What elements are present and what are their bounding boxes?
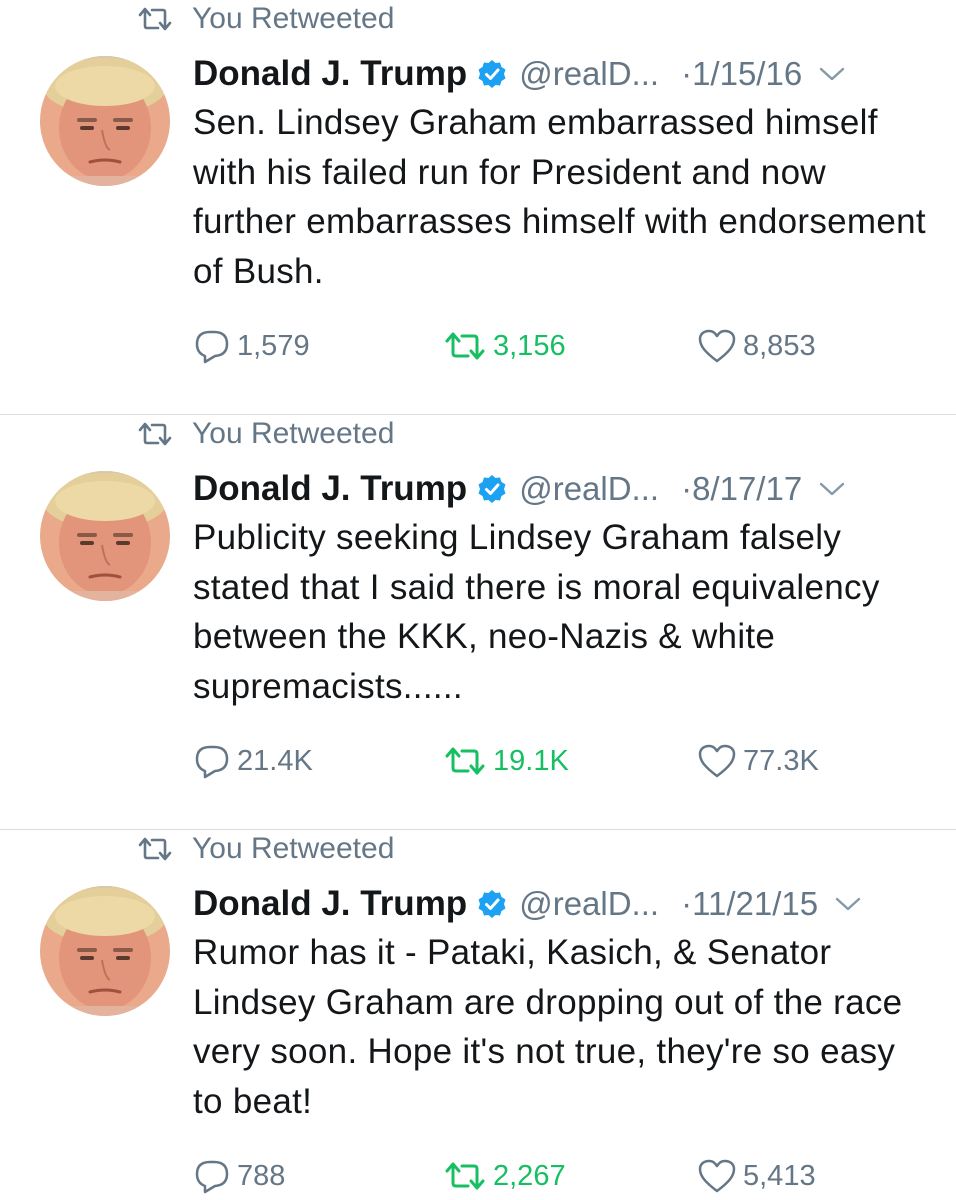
like-button[interactable]: 5,413 xyxy=(697,1156,816,1196)
reply-icon xyxy=(195,330,229,364)
heart-icon xyxy=(698,329,736,363)
verified-badge-icon xyxy=(478,60,506,88)
tweet-header: Donald J. Trump @realD... ·11/21/15 xyxy=(193,882,933,926)
retweet-button[interactable]: 3,156 xyxy=(443,326,566,366)
retweet-icon xyxy=(445,1162,485,1190)
tweet-text: Publicity seeking Lindsey Graham falsely… xyxy=(193,518,880,706)
author-name[interactable]: Donald J. Trump xyxy=(193,884,467,924)
avatar-portrait-icon xyxy=(40,886,170,1016)
tweet[interactable]: You Retweeted Donald J. Trump @realD... … xyxy=(0,0,956,415)
tweet-actions: 788 2,267 5,413 xyxy=(193,1156,933,1196)
heart-icon xyxy=(698,744,736,778)
retweet-button[interactable]: 19.1K xyxy=(443,741,569,781)
like-button[interactable]: 8,853 xyxy=(697,326,816,366)
author-handle[interactable]: @realD... xyxy=(519,55,659,93)
reply-button[interactable]: 1,579 xyxy=(193,326,310,366)
chevron-down-icon[interactable] xyxy=(818,65,846,83)
like-count: 5,413 xyxy=(743,1159,816,1192)
tweet-header: Donald J. Trump @realD... ·8/17/17 xyxy=(193,467,933,511)
verified-badge-icon xyxy=(478,475,506,503)
retweeted-label: You Retweeted xyxy=(192,417,395,450)
avatar-portrait-icon xyxy=(40,56,170,186)
retweeted-label: You Retweeted xyxy=(192,2,395,35)
tweet-date[interactable]: ·1/15/16 xyxy=(681,55,802,93)
reply-count: 21.4K xyxy=(237,744,313,777)
retweet-icon xyxy=(445,332,485,360)
retweeted-indicator: You Retweeted xyxy=(136,830,394,868)
avatar[interactable] xyxy=(40,886,170,1016)
retweeted-label: You Retweeted xyxy=(192,832,395,865)
author-name[interactable]: Donald J. Trump xyxy=(193,54,467,94)
author-handle[interactable]: @realD... xyxy=(519,885,659,923)
retweet-icon xyxy=(138,7,172,31)
author-name[interactable]: Donald J. Trump xyxy=(193,469,467,509)
avatar[interactable] xyxy=(40,471,170,601)
retweeted-indicator: You Retweeted xyxy=(136,0,394,38)
like-count: 8,853 xyxy=(743,329,816,362)
tweet-actions: 21.4K 19.1K 77.3K xyxy=(193,741,933,781)
avatar[interactable] xyxy=(40,56,170,186)
reply-icon xyxy=(195,1160,229,1194)
reply-icon xyxy=(195,745,229,779)
like-button[interactable]: 77.3K xyxy=(697,741,819,781)
tweet[interactable]: You Retweeted Donald J. Trump @realD... … xyxy=(0,830,956,1200)
tweet-date[interactable]: ·8/17/17 xyxy=(681,470,802,508)
author-handle[interactable]: @realD... xyxy=(519,470,659,508)
retweeted-indicator: You Retweeted xyxy=(136,415,394,453)
tweet-date[interactable]: ·11/21/15 xyxy=(681,885,818,923)
timeline: You Retweeted Donald J. Trump @realD... … xyxy=(0,0,956,1200)
heart-icon xyxy=(698,1159,736,1193)
avatar-portrait-icon xyxy=(40,471,170,601)
retweet-button[interactable]: 2,267 xyxy=(443,1156,566,1196)
reply-button[interactable]: 788 xyxy=(193,1156,285,1196)
reply-count: 788 xyxy=(237,1159,286,1192)
chevron-down-icon[interactable] xyxy=(834,895,862,913)
retweet-count: 2,267 xyxy=(493,1159,566,1192)
tweet-text: Rumor has it - Pataki, Kasich, & Senator… xyxy=(193,933,903,1121)
tweet[interactable]: You Retweeted Donald J. Trump @realD... … xyxy=(0,415,956,830)
like-count: 77.3K xyxy=(743,744,819,777)
verified-badge-icon xyxy=(478,890,506,918)
retweet-icon xyxy=(445,747,485,775)
tweet-text: Sen. Lindsey Graham embarrassed himself … xyxy=(193,103,926,291)
reply-button[interactable]: 21.4K xyxy=(193,741,313,781)
retweet-icon xyxy=(138,422,172,446)
tweet-header: Donald J. Trump @realD... ·1/15/16 xyxy=(193,52,933,96)
retweet-count: 19.1K xyxy=(493,744,569,777)
retweet-icon xyxy=(138,837,172,861)
reply-count: 1,579 xyxy=(237,329,310,362)
chevron-down-icon[interactable] xyxy=(818,480,846,498)
tweet-actions: 1,579 3,156 8,853 xyxy=(193,326,933,366)
retweet-count: 3,156 xyxy=(493,329,566,362)
